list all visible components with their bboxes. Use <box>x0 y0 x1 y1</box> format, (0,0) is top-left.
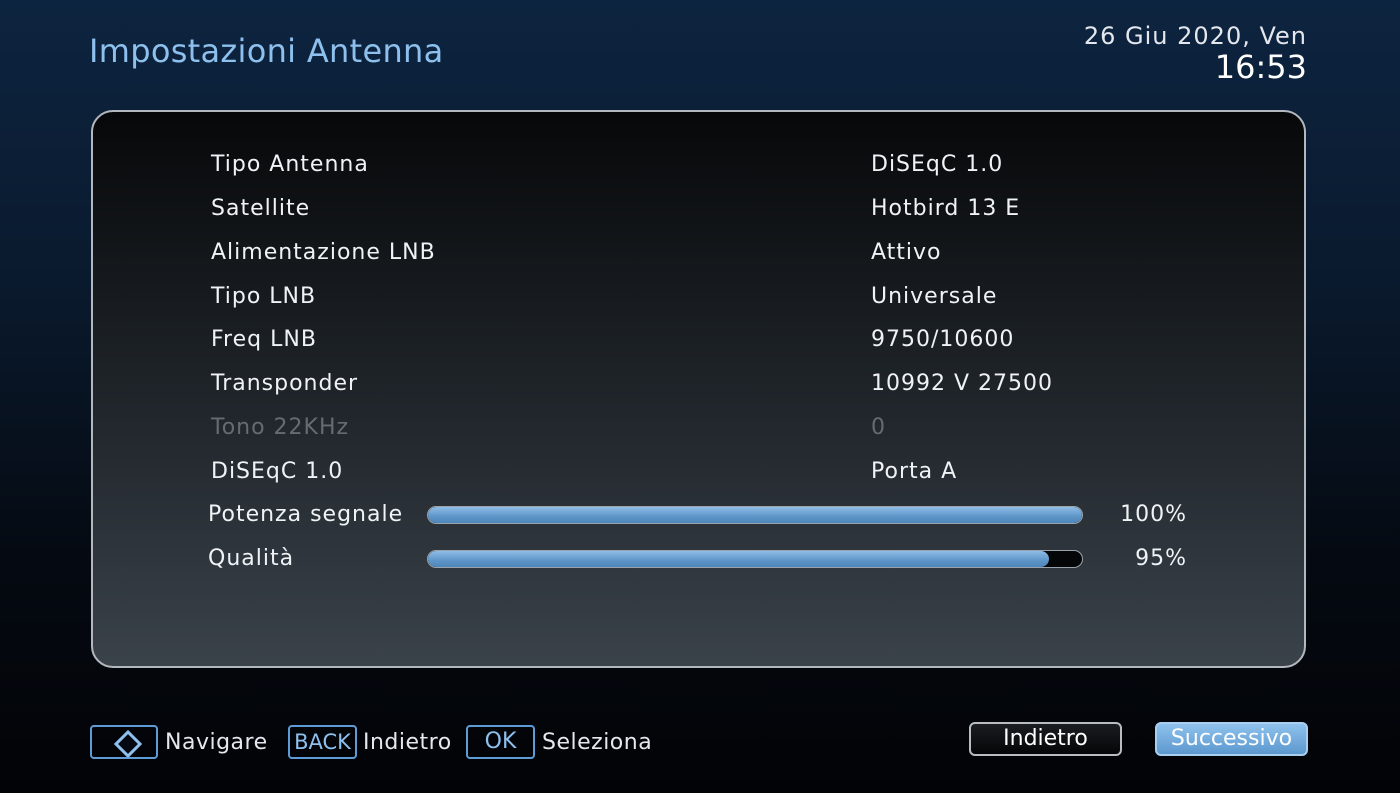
setting-row-tipo-antenna[interactable]: Tipo Antenna DiSEqC 1.0 <box>93 145 1304 185</box>
signal-quality-meter: Qualità 95% <box>93 539 1304 579</box>
setting-value: 9750/10600 <box>871 327 1015 352</box>
ok-hint: Seleziona <box>542 730 653 755</box>
meter-label: Potenza segnale <box>208 502 404 527</box>
setting-row-satellite[interactable]: Satellite Hotbird 13 E <box>93 189 1304 229</box>
setting-value: 0 <box>871 415 886 440</box>
page-title: Impostazioni Antenna <box>89 32 444 70</box>
navigate-arrows-icon <box>113 729 143 759</box>
setting-row-tono-22khz: Tono 22KHz 0 <box>93 408 1304 448</box>
date-label: 26 Giu 2020, Ven <box>1083 22 1307 50</box>
signal-quality-fill <box>428 551 1050 567</box>
back-key: BACK <box>288 725 357 759</box>
back-button[interactable]: Indietro <box>969 722 1122 756</box>
signal-quality-bar <box>427 550 1083 568</box>
setting-row-transponder[interactable]: Transponder 10992 V 27500 <box>93 364 1304 404</box>
setting-label: Tipo Antenna <box>211 152 369 177</box>
next-button[interactable]: Successivo <box>1155 722 1308 756</box>
setting-label: Tipo LNB <box>211 284 317 309</box>
setting-value: 10992 V 27500 <box>871 371 1054 396</box>
meter-percent: 95% <box>1135 546 1187 571</box>
setting-row-tipo-lnb[interactable]: Tipo LNB Universale <box>93 277 1304 317</box>
setting-label: Tono 22KHz <box>211 415 350 440</box>
signal-strength-bar <box>427 506 1083 524</box>
signal-strength-meter: Potenza segnale 100% <box>93 495 1304 535</box>
setting-value: Universale <box>871 284 998 309</box>
meter-percent: 100% <box>1120 502 1187 527</box>
ok-key: OK <box>466 725 535 759</box>
setting-label: Alimentazione LNB <box>211 240 436 265</box>
navigate-hint: Navigare <box>165 730 268 755</box>
navigate-key <box>90 725 158 759</box>
setting-value: Hotbird 13 E <box>871 196 1021 221</box>
setting-label: Transponder <box>211 371 359 396</box>
settings-panel: Tipo Antenna DiSEqC 1.0 Satellite Hotbir… <box>91 110 1306 668</box>
meter-label: Qualità <box>208 546 295 571</box>
setting-value: Attivo <box>871 240 942 265</box>
signal-strength-fill <box>428 507 1082 523</box>
back-hint: Indietro <box>363 730 452 755</box>
setting-label: Freq LNB <box>211 327 317 352</box>
datetime: 26 Giu 2020, Ven 16:53 <box>1084 22 1307 84</box>
setting-value: DiSEqC 1.0 <box>871 152 1004 177</box>
setting-value: Porta A <box>871 459 958 484</box>
clock: 16:53 <box>1214 48 1307 86</box>
setting-label: DiSEqC 1.0 <box>211 459 344 484</box>
setting-label: Satellite <box>211 196 311 221</box>
setting-row-diseqc[interactable]: DiSEqC 1.0 Porta A <box>93 452 1304 492</box>
setting-row-alimentazione-lnb[interactable]: Alimentazione LNB Attivo <box>93 233 1304 273</box>
setting-row-freq-lnb[interactable]: Freq LNB 9750/10600 <box>93 320 1304 360</box>
